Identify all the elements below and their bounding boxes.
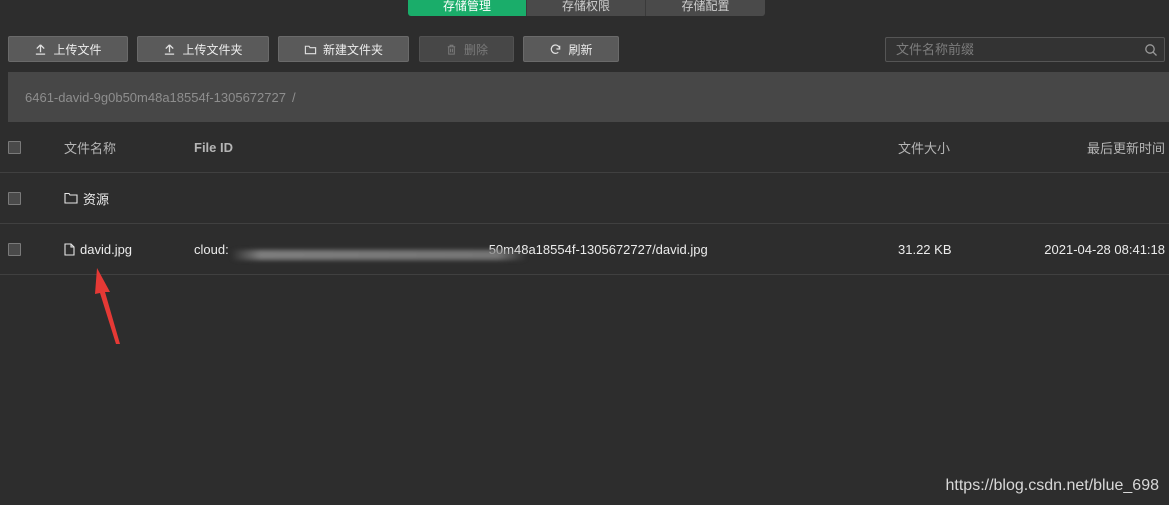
file-id-value: cloud: 50m48a18554f-1305672727/david.jpg [194,241,708,260]
header-name: 文件名称 [64,140,117,156]
upload-folder-button[interactable]: 上传文件夹 [137,36,269,62]
header-file-id: File ID [194,139,234,155]
row-checkbox[interactable] [8,191,21,205]
new-folder-button[interactable]: 新建文件夹 [278,36,409,62]
search-box [885,37,1165,62]
table-header: 文件名称 File ID 文件大小 最后更新时间 [0,122,1169,173]
folder-icon [304,45,317,54]
breadcrumb-bucket[interactable]: 6461-david-9g0b50m48a18554f-1305672727 [25,90,286,105]
trash-icon [447,44,456,55]
file-table: 文件名称 File ID 文件大小 最后更新时间 资源 david.jpg cl… [0,122,1169,275]
header-updated: 最后更新时间 [1086,140,1165,156]
file-updated-time: 2021-04-28 08:41:18 [1044,241,1165,257]
upload-file-button[interactable]: 上传文件 [8,36,128,62]
file-name[interactable]: david.jpg [80,242,132,257]
redaction-blur [231,249,527,260]
upload-icon [36,43,46,55]
breadcrumb-separator: / [291,89,296,105]
new-folder-label: 新建文件夹 [322,42,383,57]
file-icon [64,242,75,256]
refresh-label: 刷新 [568,42,593,57]
breadcrumb: 6461-david-9g0b50m48a18554f-1305672727 / [8,72,1169,122]
search-icon[interactable] [1138,43,1164,57]
row-checkbox[interactable] [8,242,21,256]
folder-icon [64,192,78,204]
header-size: 文件大小 [898,140,951,156]
upload-icon [165,43,175,55]
tab-storage-permissions[interactable]: 存储权限 [527,0,646,16]
folder-name[interactable]: 资源 [83,189,109,208]
tab-storage-config[interactable]: 存储配置 [646,0,765,16]
annotation-arrow-icon [95,268,120,344]
table-row[interactable]: 资源 [0,173,1169,224]
delete-label: 删除 [463,42,488,57]
table-row[interactable]: david.jpg cloud: 50m48a18554f-1305672727/… [0,224,1169,275]
watermark: https://blog.csdn.net/blue_698 [945,477,1160,494]
refresh-icon [551,43,561,54]
file-id-prefix: cloud: [194,241,229,257]
refresh-button[interactable]: 刷新 [523,36,619,62]
tab-storage-management[interactable]: 存储管理 [408,0,527,16]
delete-button[interactable]: 删除 [419,36,514,62]
upload-folder-label: 上传文件夹 [182,42,243,57]
select-all-checkbox[interactable] [8,140,21,154]
file-size: 31.22 KB [898,241,952,257]
search-input[interactable] [886,42,1138,57]
tab-bar: 存储管理 存储权限 存储配置 [408,0,765,16]
upload-file-label: 上传文件 [53,42,102,57]
